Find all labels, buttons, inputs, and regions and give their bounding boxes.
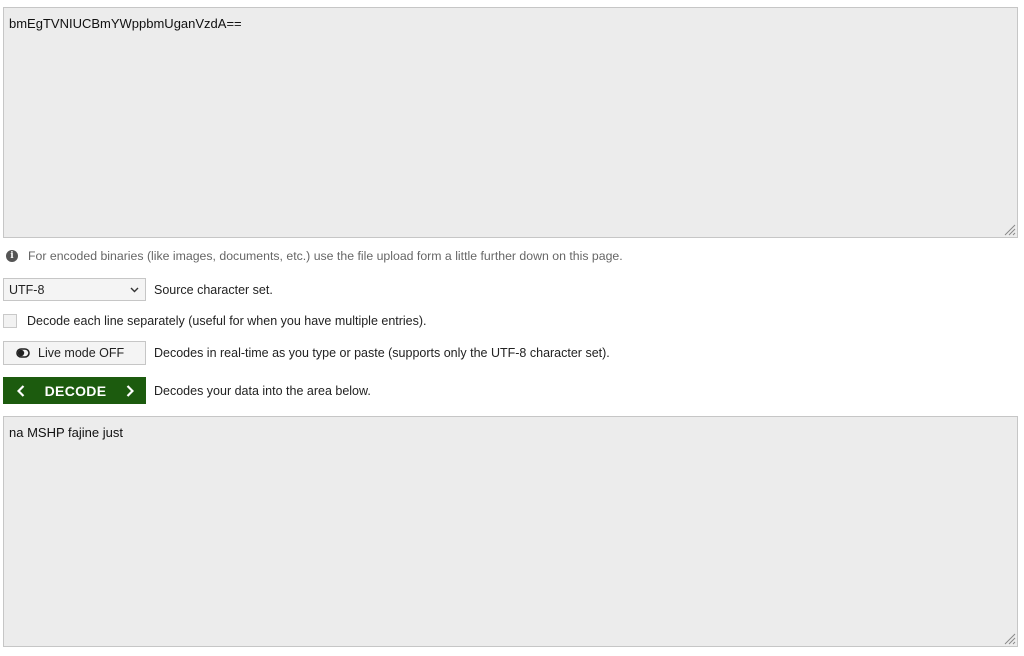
decode-each-line-checkbox[interactable]: [3, 314, 17, 328]
charset-row: UTF-8 Source character set.: [3, 278, 273, 301]
live-mode-label: Live mode OFF: [38, 346, 125, 360]
charset-label: Source character set.: [154, 282, 273, 297]
base64-decode-page: bmEgTVNIUCBmYWppbmUganVzdA== i For encod…: [0, 0, 1024, 656]
decode-button[interactable]: DECODE: [3, 377, 146, 404]
toggle-off-icon: [16, 348, 30, 358]
chevron-right-icon: [126, 384, 134, 397]
decode-button-label: DECODE: [44, 382, 107, 399]
decode-description: Decodes your data into the area below.: [154, 383, 371, 398]
resize-grip-icon[interactable]: [1002, 631, 1016, 645]
charset-select[interactable]: UTF-8: [3, 278, 146, 301]
line-option-row: Decode each line separately (useful for …: [3, 312, 427, 330]
decoded-output-textarea[interactable]: na MSHP fajine just: [3, 416, 1018, 647]
info-icon: i: [6, 250, 18, 262]
chevron-down-icon: [130, 287, 139, 292]
charset-selected-value: UTF-8: [9, 282, 45, 297]
decode-each-line-label[interactable]: Decode each line separately (useful for …: [27, 314, 427, 328]
decode-row: DECODE Decodes your data into the area b…: [3, 377, 371, 404]
live-mode-description: Decodes in real-time as you type or past…: [154, 346, 610, 360]
info-notice: i For encoded binaries (like images, doc…: [3, 247, 623, 265]
live-mode-row: Live mode OFF Decodes in real-time as yo…: [3, 341, 610, 365]
encoded-input-textarea[interactable]: bmEgTVNIUCBmYWppbmUganVzdA==: [3, 7, 1018, 238]
live-mode-toggle-button[interactable]: Live mode OFF: [3, 341, 146, 365]
chevron-left-icon: [17, 384, 25, 397]
resize-grip-icon[interactable]: [1002, 222, 1016, 236]
info-text: For encoded binaries (like images, docum…: [28, 249, 623, 263]
